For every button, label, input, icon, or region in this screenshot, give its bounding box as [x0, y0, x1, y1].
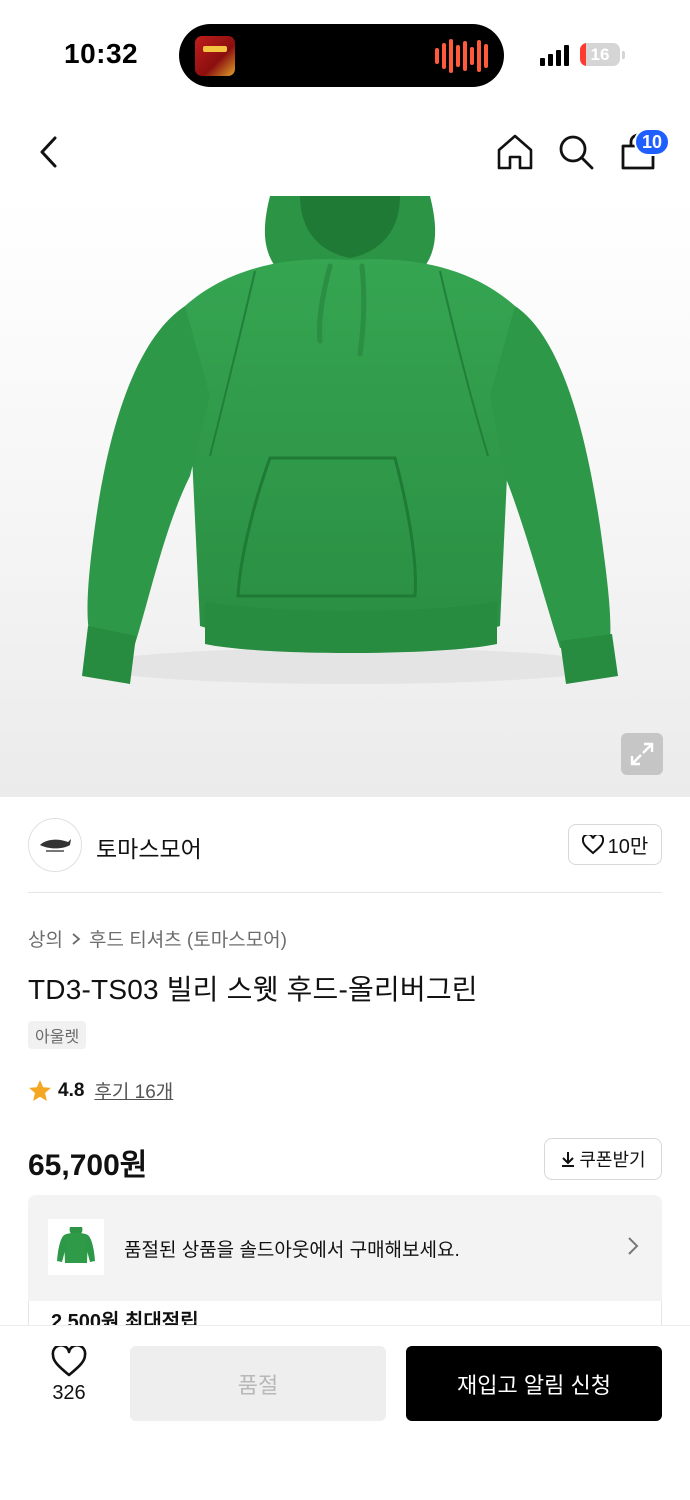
brand-like-count: 10만: [607, 836, 649, 858]
hoodie-thumbnail-icon: [57, 1227, 95, 1263]
chevron-left-icon: [40, 136, 57, 168]
heart-icon: [581, 834, 604, 854]
soldout-banner-message: 품절된 상품을 솔드아웃에서 구매해보세요.: [124, 1240, 460, 1261]
chevron-right-icon: [628, 1237, 639, 1255]
top-nav: [0, 110, 690, 196]
chevron-right-icon: [72, 932, 81, 945]
battery-tip: [622, 51, 625, 59]
dynamic-island[interactable]: [179, 24, 504, 87]
expand-image-button[interactable]: [621, 733, 663, 775]
coupon-label: 쿠폰받기: [579, 1150, 646, 1170]
equalizer-icon: [435, 38, 488, 74]
wishlist-button[interactable]: 326: [34, 1346, 104, 1416]
heart-icon: [51, 1346, 87, 1377]
breadcrumb-category[interactable]: 상의: [28, 925, 63, 952]
brand-like-button[interactable]: 10만: [568, 824, 662, 865]
signal-icon: [540, 44, 569, 66]
price: 65,700원: [28, 1149, 148, 1182]
home-button[interactable]: [491, 128, 539, 176]
star-icon: [29, 1079, 51, 1101]
soldout-banner[interactable]: 품절된 상품을 솔드아웃에서 구매해보세요.: [28, 1195, 662, 1301]
brand-logo[interactable]: [28, 818, 82, 872]
search-icon: [559, 135, 594, 170]
rating-value: 4.8: [58, 1079, 85, 1101]
coupon-button[interactable]: 쿠폰받기: [544, 1138, 662, 1180]
hoodie-image: [82, 196, 618, 684]
outlet-tag: 아울렛: [28, 1021, 87, 1049]
review-link[interactable]: 후기 16개: [94, 1077, 173, 1104]
status-time: 10:32: [64, 38, 139, 69]
product-title: TD3-TS03 빌리 스웻 후드-올리버그린: [28, 974, 478, 1005]
status-bar: 10:32 16: [0, 0, 690, 110]
battery-level: 16: [590, 45, 610, 64]
battery-icon: 16: [580, 43, 620, 66]
brand-name[interactable]: 토마스모어: [96, 830, 202, 864]
brand-row[interactable]: 토마스모어 10만: [28, 818, 662, 874]
soldout-button: 품절: [130, 1346, 386, 1421]
home-icon: [497, 134, 533, 170]
rating: 4.8 후기 16개: [28, 1077, 173, 1104]
album-art-icon: [195, 36, 235, 76]
back-button[interactable]: [25, 128, 73, 176]
restock-alert-button[interactable]: 재입고 알림 신청: [406, 1346, 662, 1421]
banner-thumbnail: [48, 1219, 104, 1275]
wishlist-count: 326: [52, 1382, 86, 1404]
bottom-action-bar: 326 품절 재입고 알림 신청: [0, 1325, 690, 1500]
cart-count-badge: 10: [634, 128, 671, 156]
breadcrumb-subcategory[interactable]: 후드 티셔츠 (토마스모어): [89, 925, 287, 952]
expand-icon: [630, 742, 654, 766]
breadcrumb: 상의 후드 티셔츠 (토마스모어): [28, 925, 287, 952]
product-image[interactable]: [0, 196, 690, 797]
divider: [28, 892, 662, 893]
search-button[interactable]: [552, 128, 600, 176]
whale-logo-icon: [40, 839, 71, 852]
download-icon: [562, 1152, 575, 1167]
